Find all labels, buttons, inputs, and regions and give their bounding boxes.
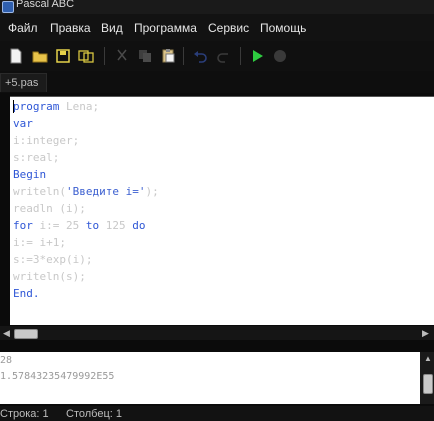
menu-help[interactable]: Помощь bbox=[260, 21, 306, 35]
title-bar: Pascal ABC bbox=[0, 0, 434, 14]
code-line: s:=3*exp(i); bbox=[13, 253, 93, 266]
window-title: Pascal ABC bbox=[16, 0, 75, 10]
vertical-scrollbar[interactable]: ▲ bbox=[420, 352, 434, 404]
scroll-left-icon[interactable]: ◀ bbox=[3, 328, 10, 339]
tab-strip: +5.pas bbox=[0, 71, 434, 93]
menu-view[interactable]: Вид bbox=[101, 21, 123, 35]
horizontal-scrollbar[interactable]: ◀ ▶ bbox=[0, 326, 434, 340]
menu-program[interactable]: Программа bbox=[134, 21, 197, 35]
scroll-right-icon[interactable]: ▶ bbox=[422, 328, 429, 339]
code-line: program Lena; bbox=[13, 100, 100, 113]
code-line: for i:= 25 to 125 do bbox=[13, 219, 146, 232]
output-line: 1.57843235479992E55 bbox=[0, 371, 115, 382]
menu-edit[interactable]: Правка bbox=[50, 21, 91, 35]
save-icon[interactable] bbox=[55, 48, 71, 64]
status-row: Строка: 1 bbox=[0, 408, 49, 420]
code-line: var bbox=[13, 117, 33, 130]
menu-bar: Файл Правка Вид Программа Сервис Помощь bbox=[0, 14, 434, 41]
menu-file[interactable]: Файл bbox=[8, 21, 38, 35]
paste-icon[interactable] bbox=[160, 48, 176, 64]
cut-icon[interactable] bbox=[114, 48, 130, 64]
scroll-up-icon[interactable]: ▲ bbox=[424, 354, 432, 363]
output-panel[interactable]: 28 1.57843235479992E55 bbox=[0, 352, 420, 404]
scroll-thumb[interactable] bbox=[14, 329, 38, 339]
redo-icon[interactable] bbox=[216, 48, 232, 64]
panel-splitter[interactable] bbox=[0, 340, 434, 352]
toolbar-separator bbox=[240, 47, 241, 65]
code-line: readln (i); bbox=[13, 202, 86, 215]
scroll-thumb[interactable] bbox=[423, 374, 433, 394]
code-line: i:= i+1; bbox=[13, 236, 66, 249]
status-column: Столбец: 1 bbox=[66, 408, 122, 420]
code-line: writeln(s); bbox=[13, 270, 86, 283]
code-line: End. bbox=[13, 287, 40, 300]
status-bar: Строка: 1 Столбец: 1 bbox=[0, 406, 434, 421]
run-icon[interactable] bbox=[249, 48, 265, 64]
toolbar bbox=[0, 41, 434, 71]
open-folder-icon[interactable] bbox=[32, 48, 48, 64]
new-file-icon[interactable] bbox=[8, 48, 24, 64]
app-icon bbox=[2, 1, 14, 13]
toolbar-separator bbox=[104, 47, 105, 65]
toolbar-separator bbox=[183, 47, 184, 65]
code-line: Begin bbox=[13, 168, 47, 181]
save-all-icon[interactable] bbox=[78, 48, 94, 64]
code-editor[interactable]: program Lena; var i:integer; s:real; Begin wr… bbox=[10, 96, 434, 325]
code-line: s:real; bbox=[13, 151, 60, 164]
code-line: writeln('Введите i='); bbox=[13, 185, 159, 198]
menu-service[interactable]: Сервис bbox=[208, 21, 249, 35]
code-line: i:integer; bbox=[13, 134, 80, 147]
output-line: 28 bbox=[0, 355, 13, 366]
stop-icon[interactable] bbox=[272, 48, 288, 64]
undo-icon[interactable] bbox=[192, 48, 208, 64]
tab-file[interactable]: +5.pas bbox=[0, 73, 48, 92]
copy-icon[interactable] bbox=[137, 48, 153, 64]
